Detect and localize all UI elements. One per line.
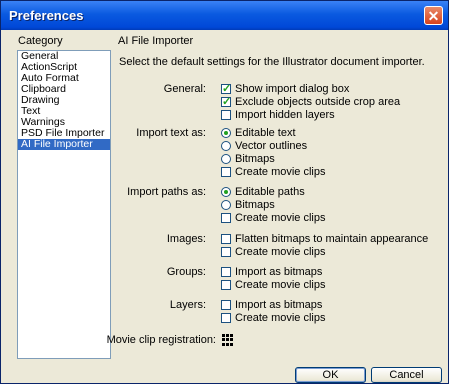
cancel-button[interactable]: Cancel [371,367,442,383]
layers-label: Layers: [169,299,206,311]
registration-label: Movie clip registration: [106,334,216,346]
import-paths-label: Import paths as: [127,186,206,198]
close-icon[interactable]: ✕ [424,6,443,25]
category-header: Category [18,35,63,47]
category-item-ai-file-importer[interactable]: AI File Importer [18,139,110,150]
radio-icon[interactable] [221,187,231,197]
general-label: General: [163,83,206,95]
title-bar[interactable]: Preferences ✕ [1,1,448,30]
checkbox-icon[interactable] [221,95,231,108]
pane-header: AI File Importer [118,35,194,47]
window-title: Preferences [9,8,84,23]
checkbox-icon[interactable] [221,247,231,257]
checkbox-icon[interactable] [221,280,231,290]
checkbox-icon[interactable] [221,82,231,95]
radio-icon[interactable] [221,128,231,138]
checkbox-icon[interactable] [221,300,231,310]
checkbox-icon[interactable] [221,234,231,244]
pane-description: Select the default settings for the Illu… [119,56,425,68]
radio-icon[interactable] [221,154,231,164]
checkbox-icon[interactable] [221,110,231,120]
images-label: Images: [166,233,206,245]
preferences-dialog: Preferences ✕ Category AI File Importer … [0,0,449,384]
groups-label: Groups: [166,266,206,278]
checkbox-icon[interactable] [221,167,231,177]
registration-grid-icon[interactable] [222,334,234,346]
import-text-label: Import text as: [136,127,206,139]
checkbox-icon[interactable] [221,213,231,223]
checkbox-icon[interactable] [221,313,231,323]
radio-icon[interactable] [221,200,231,210]
ok-button[interactable]: OK [295,367,366,383]
radio-icon[interactable] [221,141,231,151]
category-list[interactable]: General ActionScript Auto Format Clipboa… [17,50,111,359]
checkbox-icon[interactable] [221,267,231,277]
